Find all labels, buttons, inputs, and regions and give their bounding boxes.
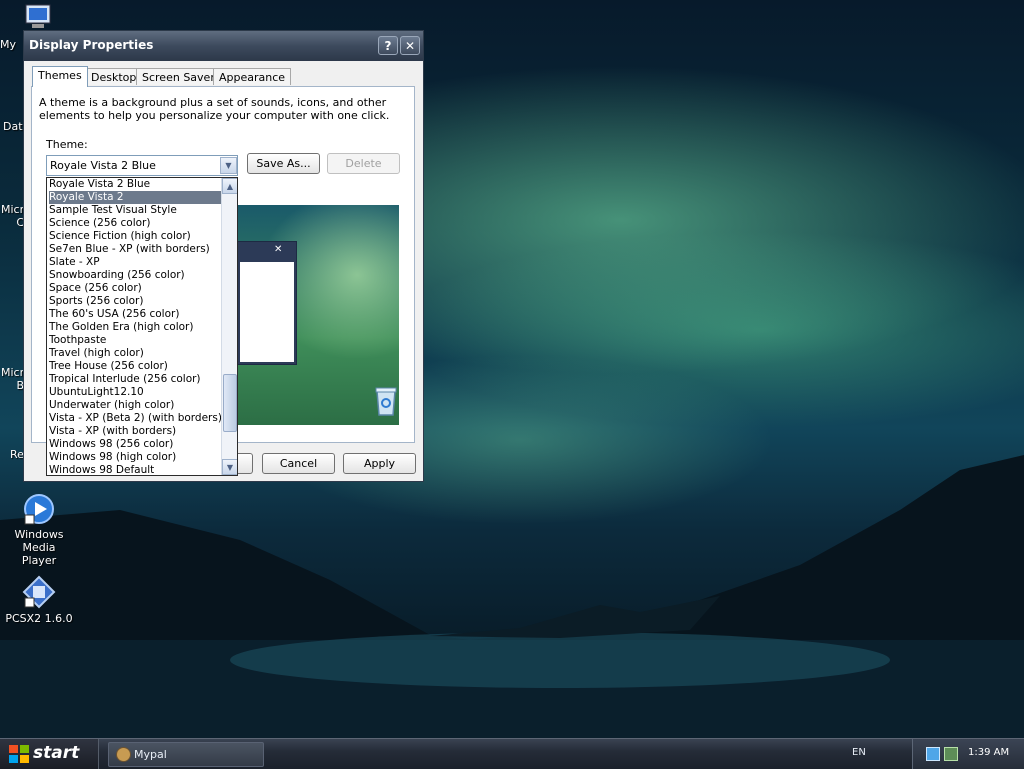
media-player-icon [24,494,54,525]
scroll-down-button[interactable]: ▼ [222,459,237,475]
desktop-icon-micro-1[interactable]: Micro C [0,203,31,229]
scroll-up-button[interactable]: ▲ [222,178,237,194]
recycle-bin-icon [375,387,397,416]
start-label: start [33,743,80,763]
system-tray: 1:39 AM [912,739,1024,769]
chevron-down-icon: ▼ [225,161,232,170]
delete-label: Delete [345,157,382,170]
window-title: Display Properties [29,38,154,52]
close-button[interactable]: ✕ [400,36,420,55]
theme-preview: ✕ [237,205,399,425]
desktop-icon-label: Micro [1,203,31,216]
theme-option[interactable]: Vista - XP (with borders) [49,425,221,438]
desktop-icon-sublabel: Player [21,554,57,567]
theme-option[interactable]: Underwater (high color) [49,399,221,412]
help-button[interactable]: ? [378,36,398,55]
theme-select-value: Royale Vista 2 Blue [50,159,156,172]
desktop-icon-sublabel: C [16,216,24,229]
tab-label: Themes [38,69,82,82]
tray-display-icon[interactable] [926,747,940,761]
delete-button[interactable]: Delete [327,153,400,174]
title-bar[interactable]: Display Properties ? ✕ [24,31,423,61]
taskbar: start Mypal EN 1:39 AM [0,738,1024,769]
theme-option[interactable]: Windows 98 (256 color) [49,438,221,451]
desktop-icon-recycle-bin[interactable]: Re [0,448,24,461]
tab-label: Desktop [91,71,137,84]
theme-label: Theme: [46,138,88,151]
theme-option[interactable]: Tree House (256 color) [49,360,221,373]
windows-logo-icon [9,745,29,763]
cancel-label: Cancel [279,457,318,470]
theme-dropdown-list[interactable]: Royale Vista 2 Blue Royale Vista 2 Sample … [46,177,238,476]
tab-appearance[interactable]: Appearance [213,68,292,85]
tab-themes[interactable]: Themes [32,66,88,87]
cancel-button[interactable]: Cancel [262,453,335,474]
theme-select[interactable]: Royale Vista 2 Blue ▼ [46,155,238,176]
preview-window: ✕ [237,241,297,365]
theme-option[interactable]: The 60's USA (256 color) [49,308,221,321]
theme-option[interactable]: Royale Vista 2 [49,191,221,204]
apply-button[interactable]: Apply [343,453,416,474]
dropdown-button[interactable]: ▼ [220,157,237,174]
chevron-down-icon: ▼ [226,463,234,472]
theme-option[interactable]: Toothpaste [49,334,221,347]
theme-option[interactable]: Tropical Interlude (256 color) [49,373,221,386]
save-as-label: Save As... [256,157,311,170]
preview-close-icon: ✕ [274,244,283,255]
theme-option[interactable]: Travel (high color) [49,347,221,360]
theme-option[interactable]: Science Fiction (high color) [49,230,221,243]
theme-option[interactable]: Sample Test Visual Style [49,204,221,217]
tab-desktop[interactable]: Desktop [85,68,143,85]
theme-option[interactable]: Windows 98 (high color) [49,451,221,464]
desktop-icon-my-computer[interactable]: My [0,4,51,51]
save-as-button[interactable]: Save As... [247,153,320,174]
desktop-icon-data[interactable]: Dat [0,120,24,133]
pcsx2-icon [22,575,56,609]
theme-option[interactable]: Sports (256 color) [49,295,221,308]
close-icon: ✕ [404,39,416,53]
dropdown-scrollbar[interactable]: ▲ ▼ [221,178,237,475]
theme-option[interactable]: Royale Vista 2 Blue [49,178,221,191]
language-indicator[interactable]: EN [852,747,866,758]
mypal-icon [116,747,131,762]
tray-network-icon[interactable] [944,747,958,761]
start-button[interactable]: start [0,739,99,769]
tab-label: Appearance [219,71,286,84]
desktop-icon-label: Re [10,448,24,461]
desktop-icon-label: Dat [3,120,23,133]
desktop-icon-label: My [0,38,17,51]
desktop-icon-micro-2[interactable]: Micro B [0,366,31,392]
computer-icon [25,4,51,28]
desktop-icon-sublabel: B [16,379,24,392]
theme-option[interactable]: Slate - XP [49,256,221,269]
theme-option[interactable]: Science (256 color) [49,217,221,230]
apply-label: Apply [363,457,396,470]
tab-screen-saver[interactable]: Screen Saver [136,68,221,85]
preview-window-body [240,262,294,362]
theme-description: A theme is a background plus a set of so… [39,96,390,122]
theme-option[interactable]: UbuntuLight12.10 [49,386,221,399]
tab-label: Screen Saver [142,71,215,84]
scroll-thumb[interactable] [223,374,237,432]
theme-option[interactable]: Space (256 color) [49,282,221,295]
desktop-icon-label: Micro [1,366,31,379]
desktop-icon-label: PCSX2 1.6.0 [5,612,73,625]
help-icon: ? [384,39,392,53]
taskbar-item-label: Mypal [134,748,167,761]
desktop-icon-pcsx2[interactable]: PCSX2 1.6.0 [0,575,78,625]
chevron-up-icon: ▲ [226,182,234,191]
theme-option[interactable]: The Golden Era (high color) [49,321,221,334]
taskbar-item-mypal[interactable]: Mypal [108,742,264,767]
theme-option[interactable]: Snowboarding (256 color) [49,269,221,282]
desktop-icon-windows-media-player[interactable]: Windows Media Player [0,493,78,567]
desktop-icon-label: Windows Media [14,528,64,554]
theme-option[interactable]: Windows 98 Default [49,464,221,475]
theme-option[interactable]: Vista - XP (Beta 2) (with borders) [49,412,222,425]
theme-option[interactable]: Se7en Blue - XP (with borders) [49,243,221,256]
clock[interactable]: 1:39 AM [968,747,1009,758]
